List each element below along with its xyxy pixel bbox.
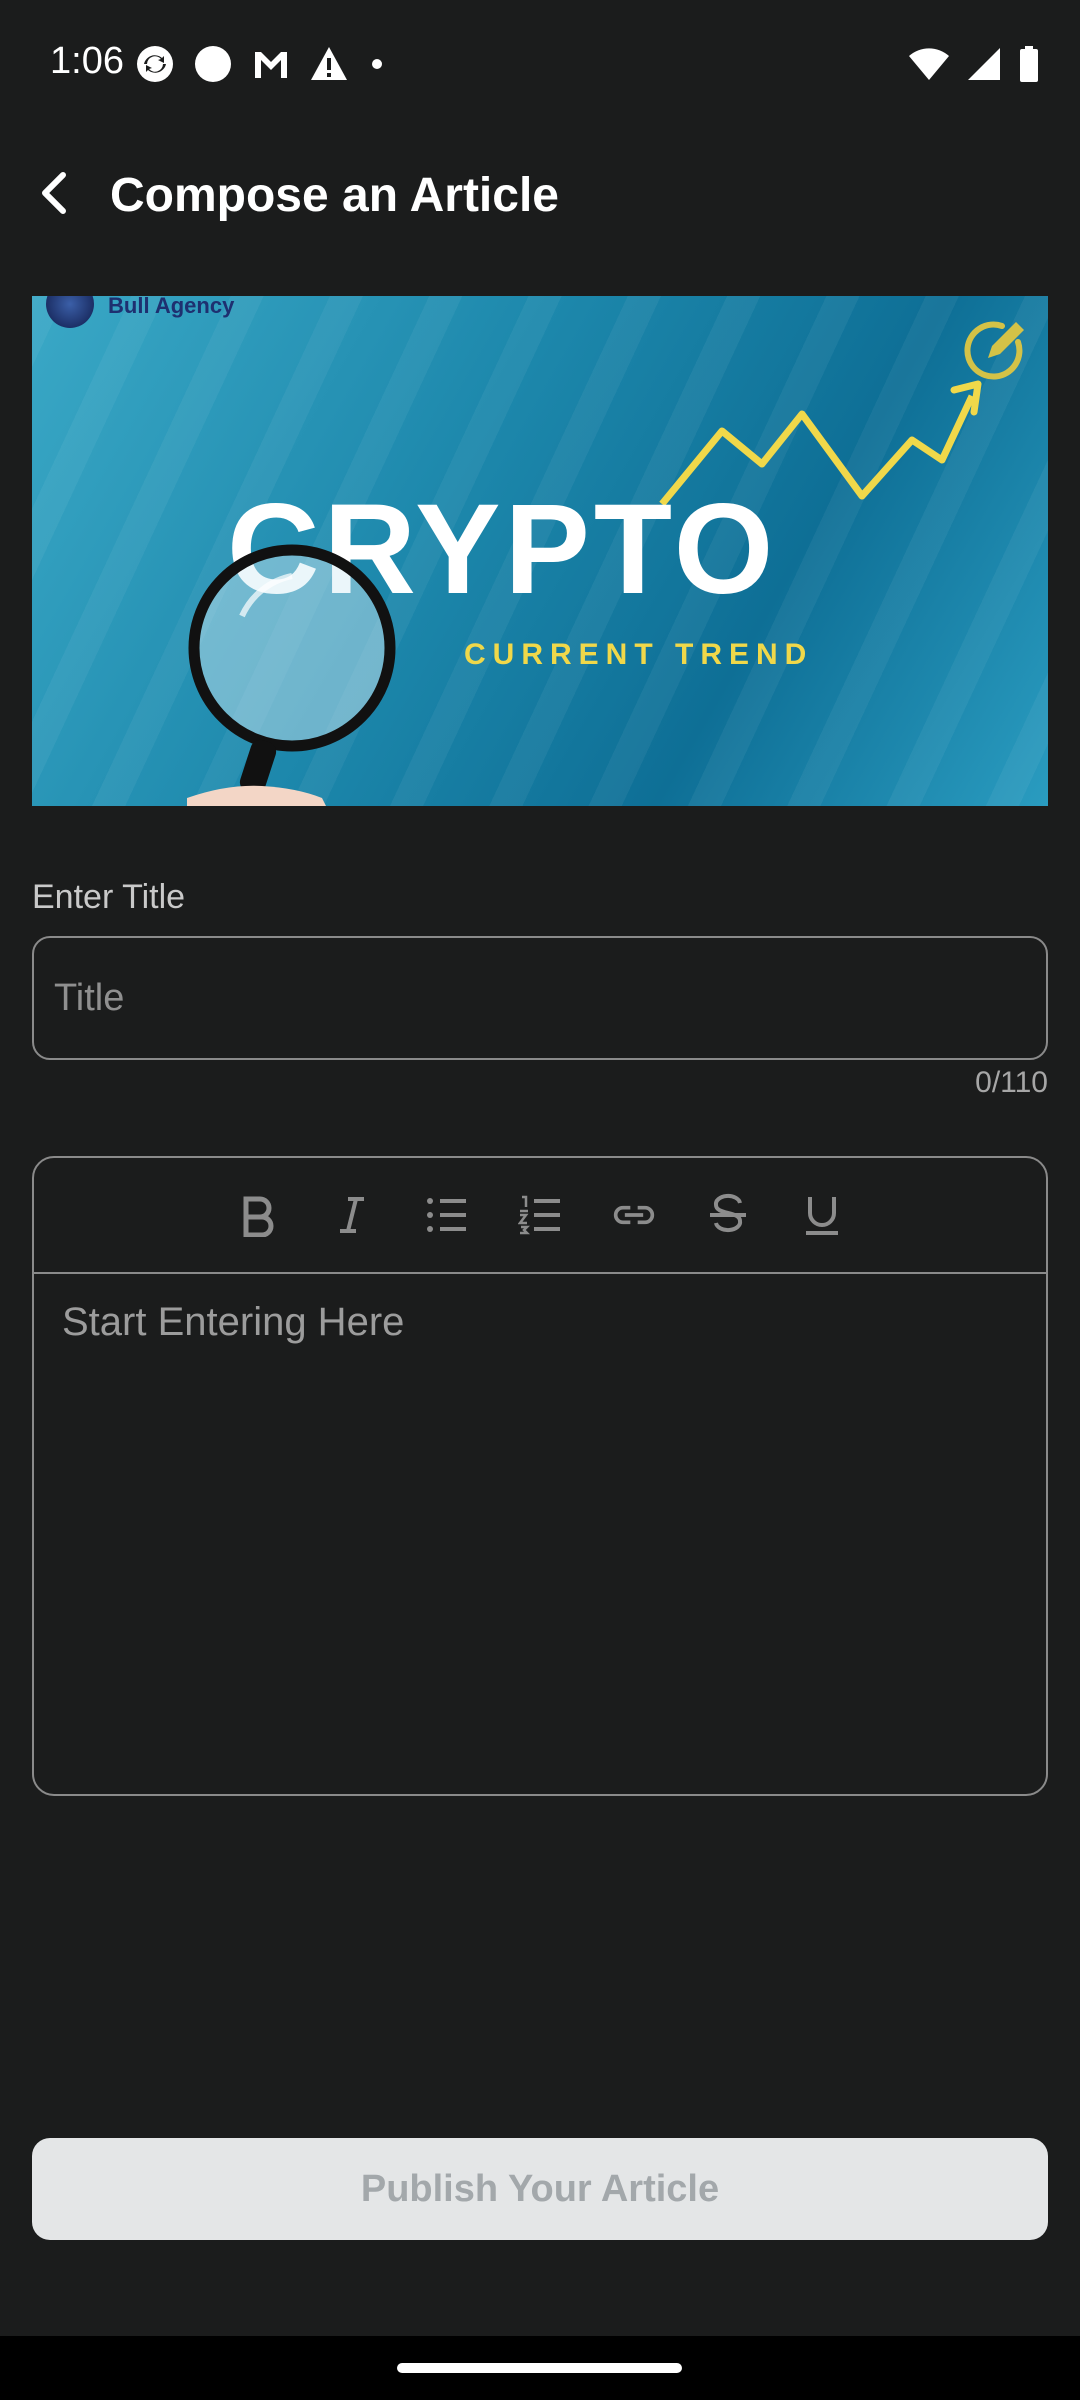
home-indicator[interactable]: [397, 2363, 682, 2373]
title-char-counter: 0/110: [975, 1066, 1048, 1099]
brand-name: Bull Agency: [108, 296, 235, 318]
page-title: Compose an Article: [110, 169, 559, 222]
circle-icon: [193, 44, 233, 89]
numbered-list-button[interactable]: [518, 1193, 562, 1237]
article-editor[interactable]: Start Entering Here: [32, 1156, 1048, 1796]
back-arrow-icon: [35, 169, 75, 222]
bulleted-list-button[interactable]: [424, 1193, 468, 1237]
status-bar: 1:06: [0, 0, 1080, 130]
publish-button[interactable]: Publish Your Article: [32, 2138, 1048, 2240]
signal-icon: [966, 44, 1002, 89]
edit-cover-button[interactable]: [962, 318, 1026, 382]
wifi-icon: [908, 44, 950, 89]
brand-logo: [46, 296, 94, 328]
app-bar: Compose an Article: [0, 140, 1080, 250]
formatting-toolbar: [34, 1158, 1046, 1274]
battery-icon: [1018, 44, 1040, 89]
sync-icon: [135, 44, 175, 89]
back-button[interactable]: [22, 162, 88, 228]
link-icon: [613, 1205, 655, 1225]
italic-icon: [340, 1197, 364, 1233]
title-label: Enter Title: [32, 878, 186, 916]
numbered-list-icon: [518, 1195, 560, 1235]
edit-icon: [962, 321, 1026, 386]
cover-image[interactable]: Bull Agency CRYPTO CURRENT TREND: [32, 296, 1048, 806]
bold-icon: [243, 1196, 274, 1237]
strikethrough-icon: [710, 1193, 746, 1233]
underline-icon: [806, 1197, 838, 1235]
link-button[interactable]: [612, 1193, 656, 1237]
bold-button[interactable]: [236, 1193, 280, 1237]
dot-icon: [367, 44, 387, 89]
strikethrough-button[interactable]: [706, 1193, 750, 1237]
magnifying-glass-graphic: [187, 544, 396, 806]
notification-icons: [135, 44, 387, 89]
warning-icon: [309, 44, 349, 89]
status-time: 1:06: [50, 40, 124, 82]
title-input[interactable]: [32, 936, 1048, 1060]
italic-button[interactable]: [330, 1193, 374, 1237]
gmail-icon: [251, 44, 291, 89]
system-icons: [908, 44, 1040, 89]
underline-button[interactable]: [800, 1193, 844, 1237]
bulleted-list-icon: [427, 1198, 466, 1232]
editor-placeholder: Start Entering Here: [62, 1300, 405, 1344]
cover-subheadline: CURRENT TREND: [464, 638, 814, 671]
brand-watermark: Bull Agency: [46, 296, 234, 328]
